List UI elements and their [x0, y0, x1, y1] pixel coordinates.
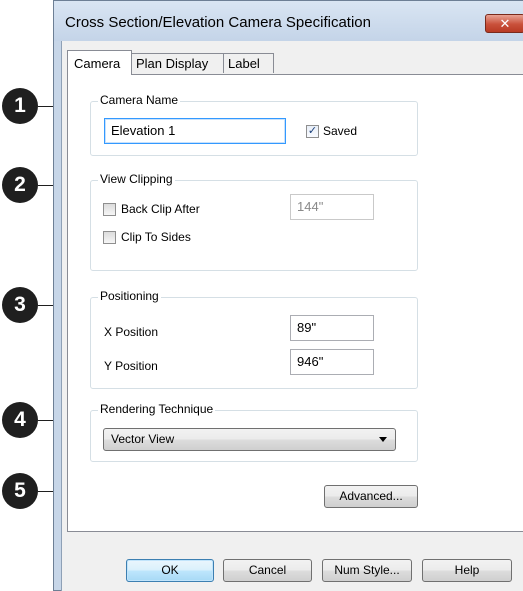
cancel-button[interactable]: Cancel: [223, 559, 312, 582]
callout-4: 4: [2, 402, 38, 438]
view-clipping-group: View Clipping Back Clip After 144" Clip …: [90, 172, 418, 271]
back-clip-distance-value: 144": [297, 199, 324, 214]
advanced-button-label: Advanced...: [339, 489, 403, 503]
advanced-button[interactable]: Advanced...: [324, 485, 418, 508]
saved-label: Saved: [323, 124, 358, 138]
tab-plan-display-label: Plan Display: [136, 56, 209, 71]
camera-name-group: Camera Name Elevation 1 ✓ Saved: [90, 93, 418, 156]
rendering-technique-group-label: Rendering Technique: [98, 402, 216, 416]
x-position-label: X Position: [104, 325, 159, 339]
tab-label[interactable]: Label: [223, 53, 274, 73]
y-position-label: Y Position: [104, 359, 158, 373]
tab-plan-display[interactable]: Plan Display: [131, 53, 224, 73]
help-button-label: Help: [454, 563, 480, 577]
dialog-client-area: Camera Plan Display Label Camera Name El…: [61, 41, 523, 591]
num-style-button[interactable]: Num Style...: [322, 559, 412, 582]
rendering-technique-select[interactable]: Vector View: [103, 428, 396, 451]
callout-5: 5: [2, 473, 38, 509]
ok-button[interactable]: OK: [126, 559, 214, 582]
camera-name-group-label: Camera Name: [98, 93, 181, 107]
positioning-group-label: Positioning: [98, 289, 161, 303]
rendering-technique-group: Rendering Technique Vector View: [90, 402, 418, 462]
view-clipping-group-label: View Clipping: [98, 172, 175, 186]
num-style-button-label: Num Style...: [334, 563, 400, 577]
dialog-titlebar[interactable]: Cross Section/Elevation Camera Specifica…: [54, 1, 523, 41]
camera-spec-dialog: Cross Section/Elevation Camera Specifica…: [53, 0, 523, 591]
clip-to-sides-label: Clip To Sides: [121, 230, 191, 244]
callout-2: 2: [2, 167, 38, 203]
rendering-technique-value: Vector View: [111, 432, 175, 446]
x-position-value: 89": [297, 320, 317, 335]
camera-name-value: Elevation 1: [111, 123, 176, 138]
camera-tab-page: Camera Name Elevation 1 ✓ Saved View Cli…: [67, 74, 523, 532]
tab-label-label: Label: [228, 56, 260, 71]
ok-button-label: OK: [161, 563, 179, 577]
saved-checkbox[interactable]: ✓: [306, 125, 319, 138]
callout-1: 1: [2, 88, 38, 124]
y-position-value: 946": [297, 354, 324, 369]
back-clip-distance-input[interactable]: 144": [290, 194, 374, 220]
callout-3: 3: [2, 287, 38, 323]
back-clip-checkbox[interactable]: [103, 203, 116, 216]
close-button[interactable]: ✕: [485, 14, 523, 33]
chevron-down-icon: [379, 437, 387, 442]
clip-to-sides-checkbox[interactable]: [103, 231, 116, 244]
close-icon: ✕: [499, 16, 511, 31]
help-button[interactable]: Help: [422, 559, 512, 582]
x-position-input[interactable]: 89": [290, 315, 374, 341]
tab-camera[interactable]: Camera: [67, 50, 132, 75]
screenshot-stage: 1 2 3 4 5 Cross Section/Elevation Camera…: [0, 0, 523, 591]
camera-name-input[interactable]: Elevation 1: [104, 118, 286, 144]
positioning-group: Positioning X Position 89" Y Position 94…: [90, 289, 418, 389]
checkmark-icon: ✓: [307, 125, 318, 137]
cancel-button-label: Cancel: [248, 563, 287, 577]
y-position-input[interactable]: 946": [290, 349, 374, 375]
tab-camera-label: Camera: [74, 56, 121, 71]
dialog-title: Cross Section/Elevation Camera Specifica…: [65, 14, 371, 31]
back-clip-label: Back Clip After: [121, 202, 200, 216]
